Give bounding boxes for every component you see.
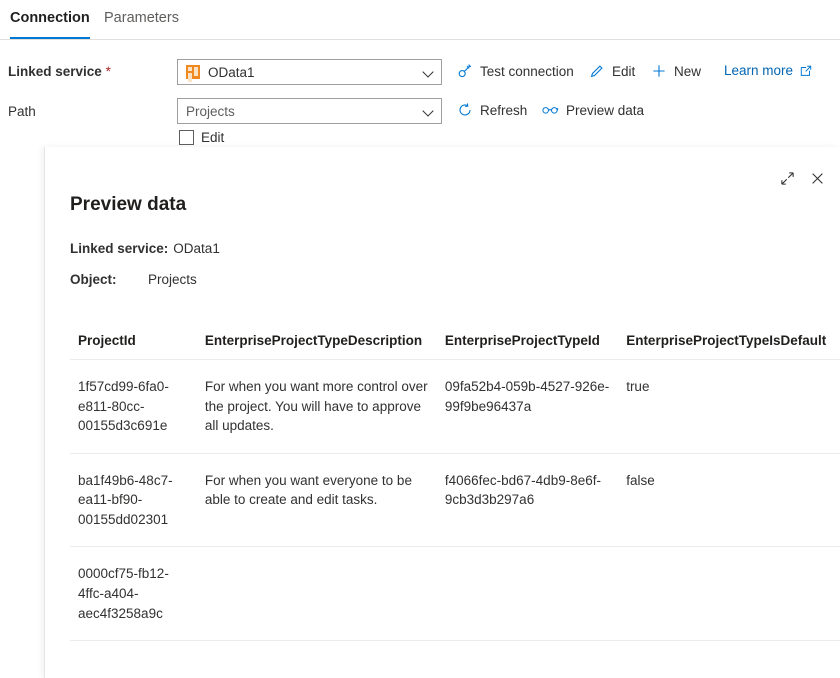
external-link-icon	[799, 64, 813, 78]
panel-title: Preview data	[70, 194, 186, 216]
panel-object-value: Projects	[148, 272, 197, 287]
preview-table: ProjectId EnterpriseProjectTypeDescripti…	[70, 327, 840, 641]
preview-table-scroll[interactable]: ProjectId EnterpriseProjectTypeDescripti…	[70, 327, 840, 678]
table-cell	[437, 547, 618, 641]
panel-linked-service-row: Linked service: OData1	[70, 241, 220, 256]
refresh-button[interactable]: Refresh	[457, 102, 527, 118]
glasses-icon	[541, 102, 559, 118]
table-cell: 1f57cd99-6fa0-e811-80cc-00155d3c691e	[70, 360, 197, 454]
table-row: 1f57cd99-6fa0-e811-80cc-00155d3c691e For…	[70, 360, 840, 454]
table-cell: 0000cf75-fb12-4ffc-a404-aec4f3258a9c	[70, 547, 197, 641]
column-header[interactable]: EnterpriseProjectTypeDescription	[197, 327, 437, 360]
plug-icon	[457, 63, 473, 79]
tab-parameters[interactable]: Parameters	[104, 10, 179, 37]
edit-button[interactable]: Edit	[589, 63, 635, 79]
linked-service-label: Linked service *	[8, 64, 111, 79]
panel-object-row: Object: Projects	[70, 272, 197, 287]
new-button-label: New	[674, 64, 701, 79]
table-cell	[618, 547, 840, 641]
chevron-down-icon	[423, 105, 435, 117]
test-connection-button[interactable]: Test connection	[457, 63, 574, 79]
table-cell: For when you want everyone to be able to…	[197, 453, 437, 547]
panel-linked-service-label: Linked service:	[70, 241, 168, 256]
pencil-icon	[589, 63, 605, 79]
panel-object-label: Object:	[70, 272, 148, 287]
table-cell: 09fa52b4-059b-4527-926e-99f9be96437a	[437, 360, 618, 454]
tab-connection[interactable]: Connection	[10, 10, 90, 39]
table-row: ba1f49b6-48c7-ea11-bf90-00155dd02301 For…	[70, 453, 840, 547]
table-header-row: ProjectId EnterpriseProjectTypeDescripti…	[70, 327, 840, 360]
preview-table-body: 1f57cd99-6fa0-e811-80cc-00155d3c691e For…	[70, 360, 840, 641]
column-header[interactable]: ProjectId	[70, 327, 197, 360]
path-dropdown[interactable]: Projects	[177, 98, 442, 124]
linked-service-dropdown[interactable]: OData1	[177, 59, 442, 85]
linked-service-value: OData1	[208, 65, 423, 80]
table-cell: f4066fec-bd67-4db9-8e6f-9cb3d3b297a6	[437, 453, 618, 547]
learn-more-label: Learn more	[724, 63, 793, 78]
table-cell	[197, 547, 437, 641]
panel-linked-service-value: OData1	[173, 241, 220, 256]
table-cell: true	[618, 360, 840, 454]
edit-button-label: Edit	[612, 64, 635, 79]
linked-service-label-text: Linked service	[8, 64, 102, 79]
edit-checkbox[interactable]: Edit	[179, 130, 224, 145]
expand-diagonal-icon[interactable]	[772, 163, 802, 193]
test-connection-label: Test connection	[480, 64, 574, 79]
checkbox-box-icon	[179, 130, 194, 145]
edit-checkbox-label: Edit	[201, 130, 224, 145]
refresh-icon	[457, 102, 473, 118]
column-header[interactable]: EnterpriseProjectTypeIsDefault	[618, 327, 840, 360]
required-asterisk: *	[106, 64, 111, 79]
table-cell: For when you want more control over the …	[197, 360, 437, 454]
preview-table-head: ProjectId EnterpriseProjectTypeDescripti…	[70, 327, 840, 360]
odata-linked-service-icon	[186, 65, 200, 79]
tab-bar: Connection Parameters	[0, 0, 840, 40]
preview-data-label: Preview data	[566, 103, 644, 118]
table-row: 0000cf75-fb12-4ffc-a404-aec4f3258a9c	[70, 547, 840, 641]
path-value: Projects	[186, 104, 423, 119]
table-cell: ba1f49b6-48c7-ea11-bf90-00155dd02301	[70, 453, 197, 547]
path-label: Path	[8, 104, 36, 119]
panel-icon-group	[772, 163, 832, 193]
preview-data-button[interactable]: Preview data	[541, 102, 644, 118]
new-button[interactable]: New	[651, 63, 701, 79]
table-cell: false	[618, 453, 840, 547]
column-header[interactable]: EnterpriseProjectTypeId	[437, 327, 618, 360]
refresh-label: Refresh	[480, 103, 527, 118]
learn-more-link[interactable]: Learn more	[724, 63, 813, 78]
chevron-down-icon	[423, 66, 435, 78]
close-icon[interactable]	[802, 163, 832, 193]
preview-data-panel: Preview data Linked service: OData1 Obje…	[44, 147, 840, 678]
plus-icon	[651, 63, 667, 79]
